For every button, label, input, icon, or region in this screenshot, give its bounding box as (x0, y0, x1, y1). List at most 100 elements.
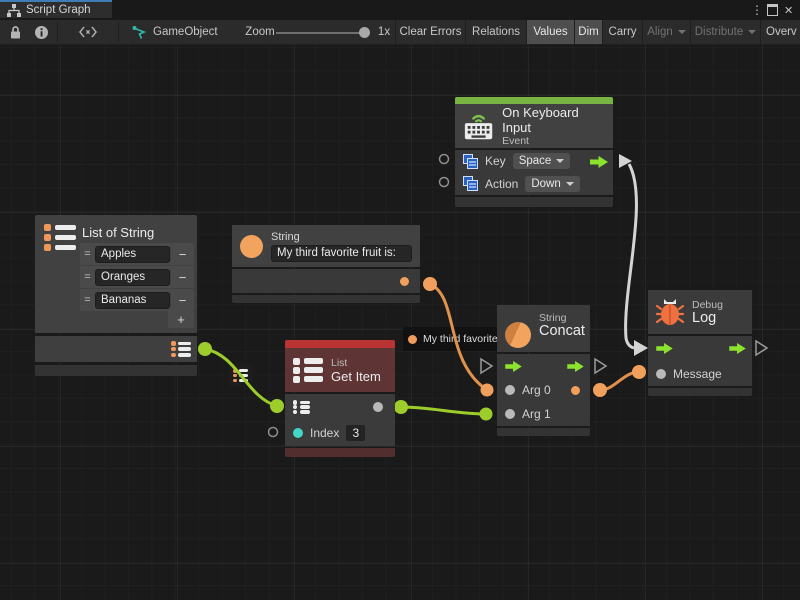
control-input-port[interactable] (505, 361, 522, 372)
dim-toggle[interactable]: Dim (574, 20, 602, 44)
zoom-slider-knob[interactable] (359, 27, 370, 38)
port-string-output[interactable] (423, 277, 437, 291)
values-toggle[interactable]: Values (526, 20, 574, 44)
node-body: Key Space Action Do (455, 150, 613, 195)
drag-handle-icon[interactable]: = (80, 248, 95, 260)
list-item-input[interactable]: Apples (95, 246, 170, 263)
index-label: Index (310, 426, 339, 440)
port-getitem-index-input[interactable] (269, 428, 278, 437)
control-input-port[interactable] (656, 343, 673, 354)
port-concat-arg1-input[interactable] (480, 408, 493, 421)
control-row (648, 336, 752, 361)
index-input-port[interactable] (293, 428, 303, 438)
node-on-keyboard-input[interactable]: On Keyboard Input Event Key Space (455, 97, 613, 207)
script-graph-window: Script Graph ⋮ ✕ (0, 0, 800, 600)
node-string-literal[interactable]: String My third favorite fruit is: (232, 225, 420, 303)
key-dropdown[interactable]: Space (513, 153, 571, 169)
list-item-row: = Apples − (80, 243, 194, 266)
node-footer (285, 448, 395, 457)
graph-icon (7, 4, 21, 17)
index-input[interactable]: 3 (346, 425, 365, 441)
remove-item-button[interactable]: − (170, 270, 194, 285)
wire-keyboard-to-log[interactable] (626, 164, 637, 348)
string-output-port[interactable] (400, 277, 409, 286)
port-keyboard-action-input[interactable] (440, 178, 449, 187)
wire-getitem-to-concat[interactable] (401, 407, 486, 414)
node-footer (497, 428, 590, 436)
window-maximize-icon[interactable] (767, 2, 778, 18)
list-output-icon[interactable] (171, 341, 191, 357)
arg1-row: Arg 1 (497, 402, 590, 426)
node-body: Arg 0 Arg 1 (497, 354, 590, 426)
node-get-item[interactable]: List Get Item Index 3 (285, 340, 395, 457)
remove-item-button[interactable]: − (170, 247, 194, 262)
graph-toolbar: GameObject Zoom 1x Clear Errors Relation… (0, 20, 800, 45)
port-getitem-list-input[interactable] (270, 399, 284, 413)
action-dropdown[interactable]: Down (525, 176, 579, 192)
port-keyboard-key-input[interactable] (440, 155, 449, 164)
port-concat-result-output[interactable] (593, 383, 607, 397)
node-footer (35, 365, 197, 376)
port-log-message-input[interactable] (632, 365, 646, 379)
list-item-input[interactable]: Bananas (95, 292, 170, 309)
remove-item-button[interactable]: − (170, 293, 194, 308)
node-list-of-string[interactable]: List of String = Apples − = Oranges − = (35, 215, 197, 376)
tab-script-graph[interactable]: Script Graph (0, 0, 112, 18)
port-list-output[interactable] (198, 342, 212, 356)
key-value: Space (519, 155, 552, 167)
port-log-control-out[interactable] (756, 341, 767, 355)
zoom-label: Zoom (245, 20, 275, 44)
port-getitem-item-output[interactable] (394, 400, 408, 414)
node-concat[interactable]: String Concat Arg 0 Arg 1 (497, 305, 590, 436)
wire-string-to-concat[interactable] (430, 284, 487, 390)
drag-handle-icon[interactable]: = (80, 294, 95, 306)
zoom-slider-track[interactable] (276, 32, 368, 34)
control-output-port[interactable] (729, 343, 746, 354)
node-title: List of String (82, 225, 154, 240)
relations-button[interactable]: Relations (465, 20, 526, 44)
code-view-button[interactable] (58, 20, 118, 44)
align-dropdown[interactable]: Align (642, 20, 690, 44)
node-header: Debug Log (648, 290, 752, 334)
gameobject-reference[interactable]: GameObject (132, 20, 232, 44)
carry-toggle[interactable]: Carry (602, 20, 642, 44)
arg1-input-port[interactable] (505, 409, 515, 419)
chevron-down-icon (748, 30, 756, 34)
window-close-icon[interactable]: ✕ (784, 2, 793, 18)
port-concat-arg0-input[interactable] (481, 384, 494, 397)
list-item-row: = Oranges − (80, 266, 194, 289)
result-output-port[interactable] (571, 386, 580, 395)
list-item-input[interactable]: Oranges (95, 269, 170, 286)
clear-errors-button[interactable]: Clear Errors (395, 20, 465, 44)
arg0-input-port[interactable] (505, 385, 515, 395)
lock-icon (7, 24, 23, 40)
add-item-button[interactable]: + (168, 311, 194, 328)
tab-title: Script Graph (26, 4, 91, 16)
drag-handle-icon[interactable]: = (80, 271, 95, 283)
message-row: Message (648, 361, 752, 386)
node-body: Message (648, 336, 752, 386)
port-concat-control-out[interactable] (595, 359, 606, 373)
distribute-dropdown[interactable]: Distribute (690, 20, 760, 44)
lock-button[interactable] (2, 20, 28, 44)
port-concat-control-in[interactable] (481, 359, 492, 373)
item-output-port[interactable] (373, 402, 383, 412)
node-title: Get Item (331, 369, 381, 384)
overview-button[interactable]: Overv (760, 20, 800, 44)
string-value-input[interactable]: My third favorite fruit is: (271, 245, 412, 262)
node-header: String Concat (497, 305, 590, 352)
message-input-port[interactable] (656, 369, 666, 379)
list-input-icon[interactable] (293, 400, 310, 414)
control-in-arrow-log[interactable] (634, 340, 648, 356)
node-debug-log[interactable]: Debug Log Message (648, 290, 752, 396)
info-button[interactable] (28, 20, 54, 44)
code-icon (79, 25, 97, 39)
action-value: Down (531, 178, 560, 190)
list-item-row: = Bananas − (80, 289, 194, 311)
control-output-port[interactable] (590, 155, 608, 173)
graph-canvas[interactable]: My third favorite fr... (0, 45, 800, 600)
key-row: Key Space (455, 150, 613, 173)
window-menu-icon[interactable]: ⋮ (751, 2, 763, 18)
wire-list-to-getitem[interactable] (205, 349, 277, 406)
control-output-port[interactable] (567, 361, 584, 372)
